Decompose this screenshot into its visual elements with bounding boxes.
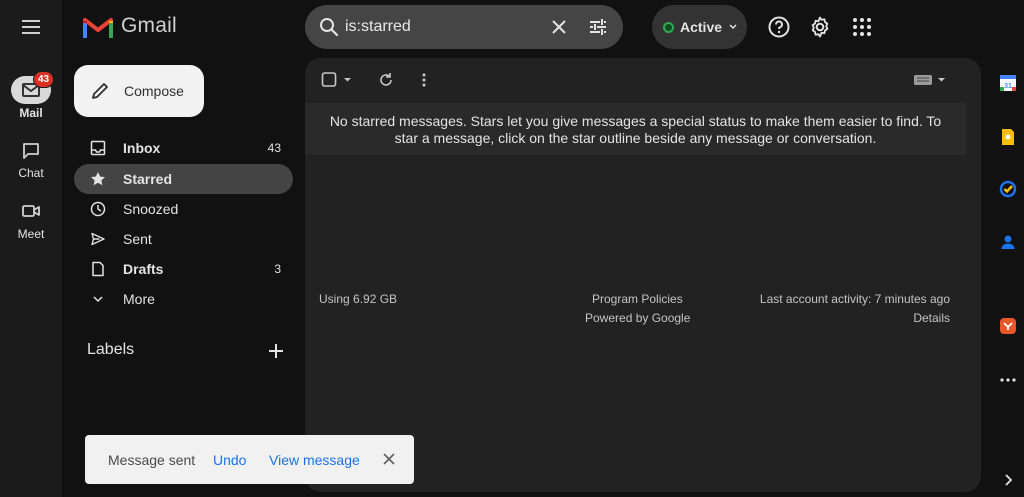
nav-item-more[interactable]: More <box>74 284 293 314</box>
chat-icon <box>23 143 39 159</box>
gmail-logo[interactable]: Gmail <box>83 14 177 38</box>
side-panel-rail: 31 <box>990 0 1024 497</box>
gmail-m-icon <box>83 17 113 38</box>
nav-label: Drafts <box>123 261 164 277</box>
send-icon <box>91 232 105 246</box>
program-policies-link[interactable]: Program Policies <box>592 292 683 306</box>
nav-item-inbox[interactable]: Inbox 43 <box>74 133 293 163</box>
addon-icon[interactable] <box>999 317 1017 335</box>
status-selector[interactable]: Active <box>652 5 747 49</box>
nav-item-snoozed[interactable]: Snoozed <box>74 194 293 224</box>
apps-grid-icon[interactable] <box>850 15 874 39</box>
rail-mail-pill: 43 <box>11 71 55 104</box>
status-dot <box>663 21 674 33</box>
chevron-down-icon <box>729 24 737 30</box>
nav-label: Inbox <box>123 140 161 156</box>
rail-chat-label: Chat <box>18 166 44 180</box>
nav-label: Sent <box>123 231 152 247</box>
compose-button[interactable]: Compose <box>74 65 204 117</box>
app-rail: 43 Mail Chat Meet <box>0 0 62 497</box>
search-bar[interactable] <box>305 5 623 49</box>
snackbar: Message sent Undo View message <box>85 435 414 484</box>
more-vertical-icon[interactable] <box>415 71 433 89</box>
rail-mail-label: Mail <box>19 106 43 120</box>
mail-unread-badge: 43 <box>33 71 55 88</box>
help-icon[interactable] <box>767 15 791 39</box>
star-icon <box>91 172 105 186</box>
nav-item-drafts[interactable]: Drafts 3 <box>74 254 293 284</box>
video-camera-icon <box>22 205 40 217</box>
rail-mail[interactable]: 43 Mail <box>0 71 62 120</box>
chevron-down-icon <box>93 296 103 303</box>
storage-usage[interactable]: Using 6.92 GB <box>319 292 397 306</box>
nav-item-sent[interactable]: Sent <box>74 224 293 254</box>
menu-icon <box>22 20 40 34</box>
nav-label: Starred <box>123 171 173 187</box>
more-horizontal-icon[interactable] <box>999 371 1017 389</box>
close-icon[interactable] <box>382 452 396 466</box>
app-title: Gmail <box>121 14 177 37</box>
inbox-icon <box>90 140 106 156</box>
snackbar-message: Message sent <box>108 451 196 468</box>
undo-button[interactable]: Undo <box>213 452 246 468</box>
message-list-panel: No starred messages. Stars let you give … <box>305 58 981 492</box>
powered-by-google: Powered by Google <box>585 311 691 325</box>
last-activity: Last account activity: 7 minutes ago <box>759 292 950 306</box>
contacts-icon[interactable] <box>999 233 1017 251</box>
calendar-icon[interactable]: 31 <box>999 74 1017 92</box>
search-icon[interactable] <box>317 15 341 39</box>
clock-icon <box>90 201 106 217</box>
tasks-icon[interactable] <box>999 180 1017 198</box>
empty-state-message: No starred messages. Stars let you give … <box>305 103 966 155</box>
nav-count: 43 <box>267 141 281 155</box>
keyboard-icon[interactable] <box>913 71 949 89</box>
main-menu-button[interactable] <box>19 15 43 39</box>
rail-meet-pill <box>11 197 51 225</box>
rail-chat-pill <box>11 137 51 165</box>
activity-details-link[interactable]: Details <box>913 311 950 325</box>
rail-meet[interactable]: Meet <box>0 197 62 241</box>
nav-count: 3 <box>274 262 281 276</box>
draft-icon <box>92 261 104 277</box>
keep-icon[interactable] <box>999 128 1017 146</box>
search-input[interactable] <box>345 16 545 38</box>
plus-icon[interactable] <box>266 341 286 361</box>
chevron-right-icon[interactable] <box>999 471 1017 489</box>
compose-label: Compose <box>124 83 184 99</box>
status-label: Active <box>680 19 723 35</box>
gear-icon[interactable] <box>808 15 832 39</box>
close-icon[interactable] <box>548 16 570 38</box>
view-message-button[interactable]: View message <box>269 452 360 468</box>
svg-text:31: 31 <box>1004 83 1012 90</box>
pencil-icon <box>92 83 108 99</box>
labels-heading: Labels <box>87 341 135 358</box>
nav-item-starred[interactable]: Starred <box>74 164 293 194</box>
select-checkbox-icon[interactable] <box>321 71 355 89</box>
nav-label: Snoozed <box>123 201 179 217</box>
refresh-icon[interactable] <box>377 71 395 89</box>
nav-label: More <box>123 291 155 307</box>
rail-meet-label: Meet <box>17 227 45 241</box>
search-options-icon[interactable] <box>587 16 609 38</box>
rail-chat[interactable]: Chat <box>0 137 62 180</box>
